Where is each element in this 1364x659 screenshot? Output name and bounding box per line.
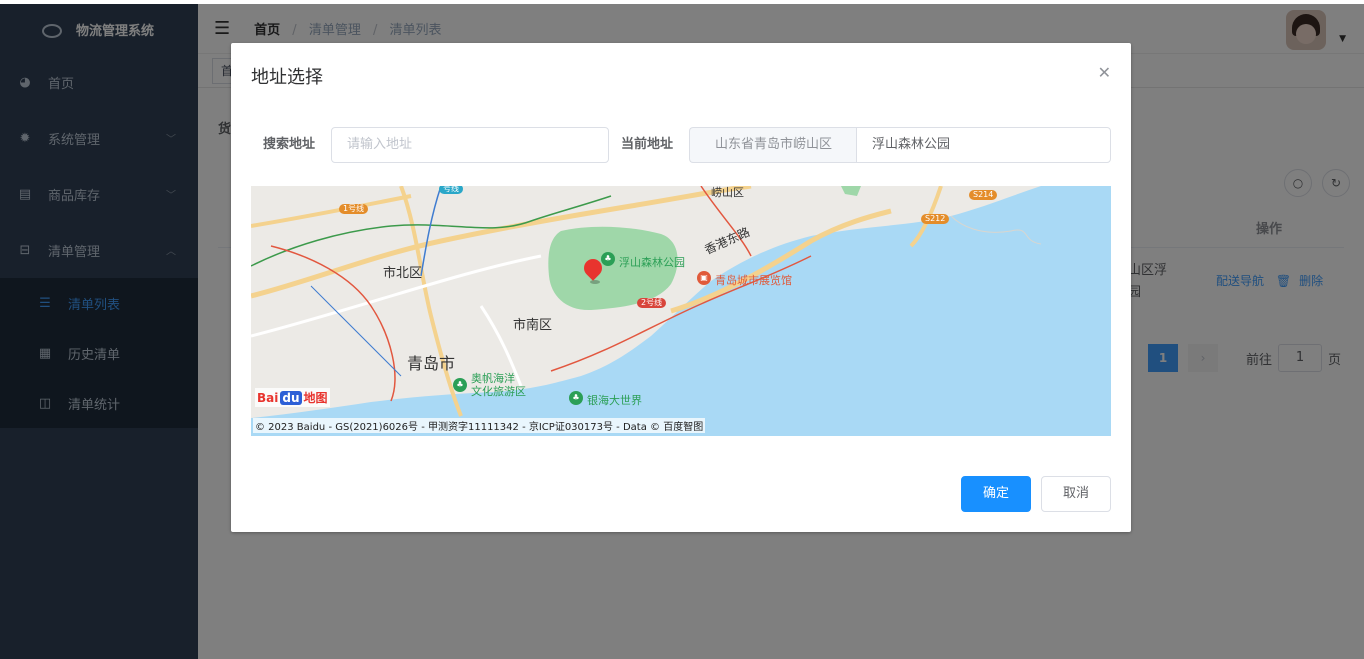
olympic-poi-icon: ♣ [453, 378, 467, 392]
road-badge-s212: S212 [921, 214, 950, 224]
road-badge-s214: S214 [969, 190, 998, 200]
map-label-qingdao: 青岛市 [407, 354, 456, 373]
close-icon[interactable]: ✕ [1098, 63, 1111, 82]
map-label-yinhai: 银海大世界 [587, 394, 642, 407]
search-address-input[interactable]: 请输入地址 [331, 127, 609, 163]
baidu-logo-map: 地图 [303, 391, 328, 405]
current-address-input[interactable]: 浮山森林公园 [856, 127, 1111, 163]
baidu-logo-paw: du [280, 391, 302, 405]
map-label-shibei: 市北区 [383, 266, 423, 281]
app-root: 物流管理系统 ◕ 首页 ✹ 系统管理 ﹀ ▤ 商品库存 ﹀ ⊟ 清单管理 ︿ ☰… [0, 0, 1364, 659]
marker-shadow [590, 280, 600, 284]
yinhai-poi-icon: ♣ [569, 391, 583, 405]
map-label-shinan: 市南区 [513, 318, 553, 333]
park-poi-icon: ♣ [601, 252, 615, 266]
dialog-title: 地址选择 [251, 67, 323, 88]
map-label-exhibition: 青岛城市展览馆 [715, 274, 792, 287]
current-region: 山东省青岛市崂山区 [689, 127, 857, 163]
map-graphic [251, 186, 1111, 436]
baidu-logo-text: Bai [257, 391, 279, 405]
exhibition-poi-icon: ▣ [697, 271, 711, 285]
address-form: 搜索地址 请输入地址 当前地址 山东省青岛市崂山区 浮山森林公园 [251, 127, 1111, 163]
metro-badge-line2: 2号线 [637, 298, 667, 308]
metro-badge-line1: 1号线 [339, 204, 369, 214]
map-label-olympic: 奥帆海洋 文化旅游区 [471, 372, 526, 398]
confirm-button[interactable]: 确定 [961, 476, 1031, 512]
map-label-fushan: 浮山森林公园 [619, 256, 685, 269]
map-label-laoshan: 崂山区 [711, 186, 744, 199]
address-dialog: 地址选择 ✕ 搜索地址 请输入地址 当前地址 山东省青岛市崂山区 浮山森林公园 [231, 43, 1131, 532]
map-view[interactable]: 市北区 市南区 青岛市 崂山区 ♣ 浮山森林公园 香港东路 ▣ 青岛城市展览馆 … [251, 186, 1111, 436]
cancel-button[interactable]: 取消 [1041, 476, 1111, 512]
current-address-label: 当前地址 [621, 137, 674, 152]
search-address-label: 搜索地址 [263, 137, 316, 152]
baidu-map-logo: Bai du 地图 [255, 388, 330, 407]
metro-badge-top: 号线 [439, 186, 463, 194]
map-copyright: © 2023 Baidu - GS(2021)6026号 - 甲测资字11111… [253, 418, 706, 433]
